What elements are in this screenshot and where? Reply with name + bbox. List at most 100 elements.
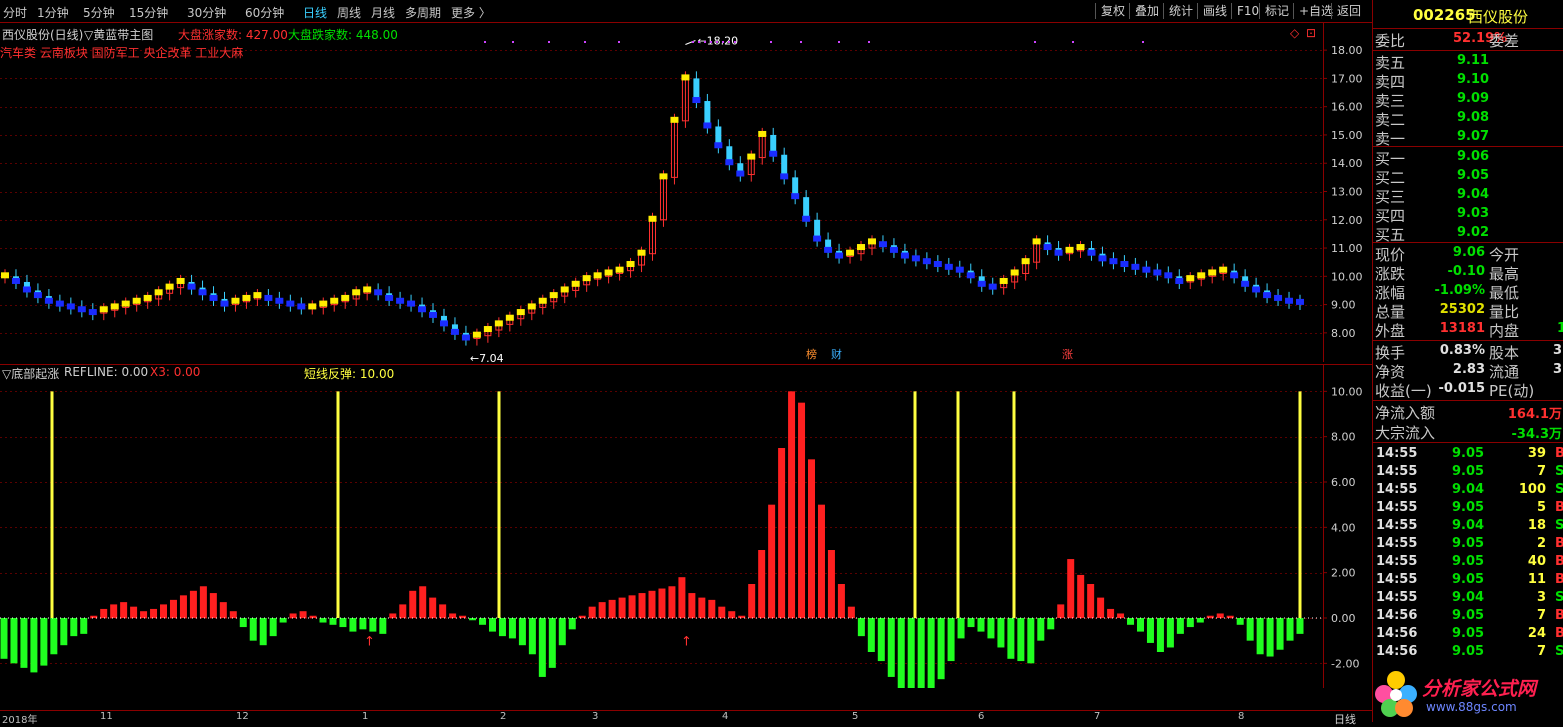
band-segment (933, 261, 942, 268)
event-tag: 涨 (1062, 348, 1073, 361)
tick-trade-row: 14:55 9.05 40 B (1373, 553, 1563, 571)
band-segment (176, 277, 185, 284)
indicator-bar (209, 593, 217, 618)
x3-label: X3: 0.00 (150, 365, 201, 379)
trade-time: 14:55 (1376, 446, 1418, 461)
order-book-row: 买三 9.04 (1373, 186, 1563, 206)
period-tab[interactable]: 5分钟 (83, 4, 115, 21)
indicator-bar (548, 618, 556, 668)
band-segment (527, 303, 536, 310)
period-tab[interactable]: 30分钟 (187, 4, 226, 21)
band-segment (1120, 261, 1129, 268)
main-chart-panel[interactable]: 18.00 17.00 16.00 15.00 14.00 13.00 12.00 11.00… (0, 22, 1372, 365)
quote-stat-value: 13181 (1439, 321, 1485, 336)
period-label: 日线 (1334, 713, 1356, 726)
indicator-bar (189, 590, 197, 618)
trade-price: 9.05 (1452, 536, 1485, 551)
indicator-bar (837, 584, 845, 618)
indicator-bar (658, 588, 666, 618)
band-segment (922, 258, 931, 265)
period-tab[interactable]: 分时 (3, 4, 27, 21)
toolbar-button[interactable]: 画线 (1197, 3, 1232, 19)
main-chart-indicator-name[interactable]: ▽黄蓝带主图 (84, 26, 153, 43)
band-segment (791, 193, 800, 200)
trade-volume: 5 (1536, 500, 1546, 515)
date-axis-label: 4 (722, 711, 729, 722)
y-tick-label: 16.00 (1331, 101, 1363, 114)
weibi-row: 委比 52.19% 委差 (1373, 30, 1563, 50)
sector-tags[interactable]: 汽车类 云南板块 国防军工 央企改革 工业大麻 (0, 44, 243, 61)
signal-dot (1072, 41, 1074, 43)
period-tab[interactable]: 1分钟 (37, 4, 69, 21)
band-segment (835, 252, 844, 259)
trade-side: B (1555, 446, 1563, 461)
band-segment (407, 300, 416, 307)
band-segment (670, 116, 679, 123)
indicator-bar (977, 618, 985, 632)
high-price-label: ←18.20 (697, 34, 738, 47)
close-icon[interactable]: ⊡ (1306, 26, 1316, 40)
y-tick-label: 8.00 (1331, 327, 1356, 340)
indicator-bar (937, 618, 945, 680)
indicator-panel[interactable]: 10.00 8.00 6.00 4.00 2.00 0.00 -2.00 ↑ ↑ ▽底部起涨 R… (0, 364, 1372, 709)
period-tab[interactable]: 日线 (303, 4, 327, 21)
quote-stat-label2: PE(动) (1489, 382, 1535, 400)
band-segment (187, 283, 196, 290)
quote-stat-row: 净资 2.83 流通 3. (1373, 361, 1563, 381)
tick-trade-row: 14:55 9.04 100 S (1373, 481, 1563, 499)
kline-chart[interactable]: 18.00 17.00 16.00 15.00 14.00 13.00 12.00 11.00… (0, 22, 1372, 365)
indicator-bar (449, 613, 457, 618)
indicator-bar (748, 584, 756, 618)
up-arrow-icon: ↑ (364, 634, 375, 649)
indicator-title[interactable]: ▽底部起涨 (2, 365, 59, 382)
order-book-price: 9.02 (1457, 225, 1490, 240)
toolbar-button[interactable]: 标记 (1259, 3, 1294, 19)
y-tick-label: -2.00 (1331, 657, 1359, 670)
band-segment (780, 173, 789, 180)
stock-header: 002265 西仪股份 (1373, 5, 1563, 27)
band-segment (681, 74, 690, 81)
indicator-bar (40, 618, 48, 666)
indicator-bar (409, 590, 417, 618)
band-segment (341, 294, 350, 301)
toolbar-button[interactable]: 叠加 (1129, 3, 1164, 19)
period-tab[interactable]: 月线 (371, 4, 395, 21)
toolbar-button[interactable]: 统计 (1163, 3, 1198, 19)
period-tab[interactable]: 周线 (337, 4, 361, 21)
band-segment (154, 289, 163, 296)
period-tab[interactable]: 更多 〉 (451, 4, 491, 21)
toolbar-button[interactable]: 返回 (1331, 3, 1366, 19)
band-segment (703, 122, 712, 129)
signal-dot (1142, 41, 1144, 43)
event-tag: 财 (831, 347, 842, 361)
indicator-bar (1087, 584, 1095, 618)
indicator-bar (120, 602, 128, 618)
order-book-row: 买五 9.02 (1373, 224, 1563, 244)
band-segment (988, 283, 997, 290)
period-tab[interactable]: 60分钟 (245, 4, 284, 21)
indicator-bar (758, 550, 766, 618)
order-book-label: 卖五 (1375, 54, 1406, 72)
order-book-row: 卖五 9.11 (1373, 52, 1563, 72)
indicator-bar (249, 618, 257, 641)
diamond-icon[interactable]: ◇ (1290, 26, 1299, 40)
trade-price: 9.05 (1452, 500, 1485, 515)
order-book-label: 买三 (1375, 188, 1406, 206)
y-tick-label: 2.00 (1331, 567, 1356, 580)
indicator-bar (618, 597, 626, 618)
fund-flow-value: -34.3万 (1511, 427, 1562, 442)
indicator-bar (608, 599, 616, 618)
trade-price: 9.05 (1452, 572, 1485, 587)
toolbar-button[interactable]: 复权 (1095, 3, 1130, 19)
period-tab[interactable]: 15分钟 (129, 4, 168, 21)
indicator-chart[interactable]: 10.00 8.00 6.00 4.00 2.00 0.00 -2.00 ↑ ↑ (0, 364, 1372, 709)
trade-time: 14:55 (1376, 554, 1418, 569)
band-segment (736, 170, 745, 177)
main-chart-stock-title: 西仪股份(日线) (2, 28, 84, 42)
band-segment (857, 244, 866, 251)
period-tab[interactable]: 多周期 (405, 4, 441, 21)
band-segment (999, 277, 1008, 284)
band-segment (483, 326, 492, 333)
indicator-bar (199, 586, 207, 618)
band-segment (44, 297, 53, 304)
